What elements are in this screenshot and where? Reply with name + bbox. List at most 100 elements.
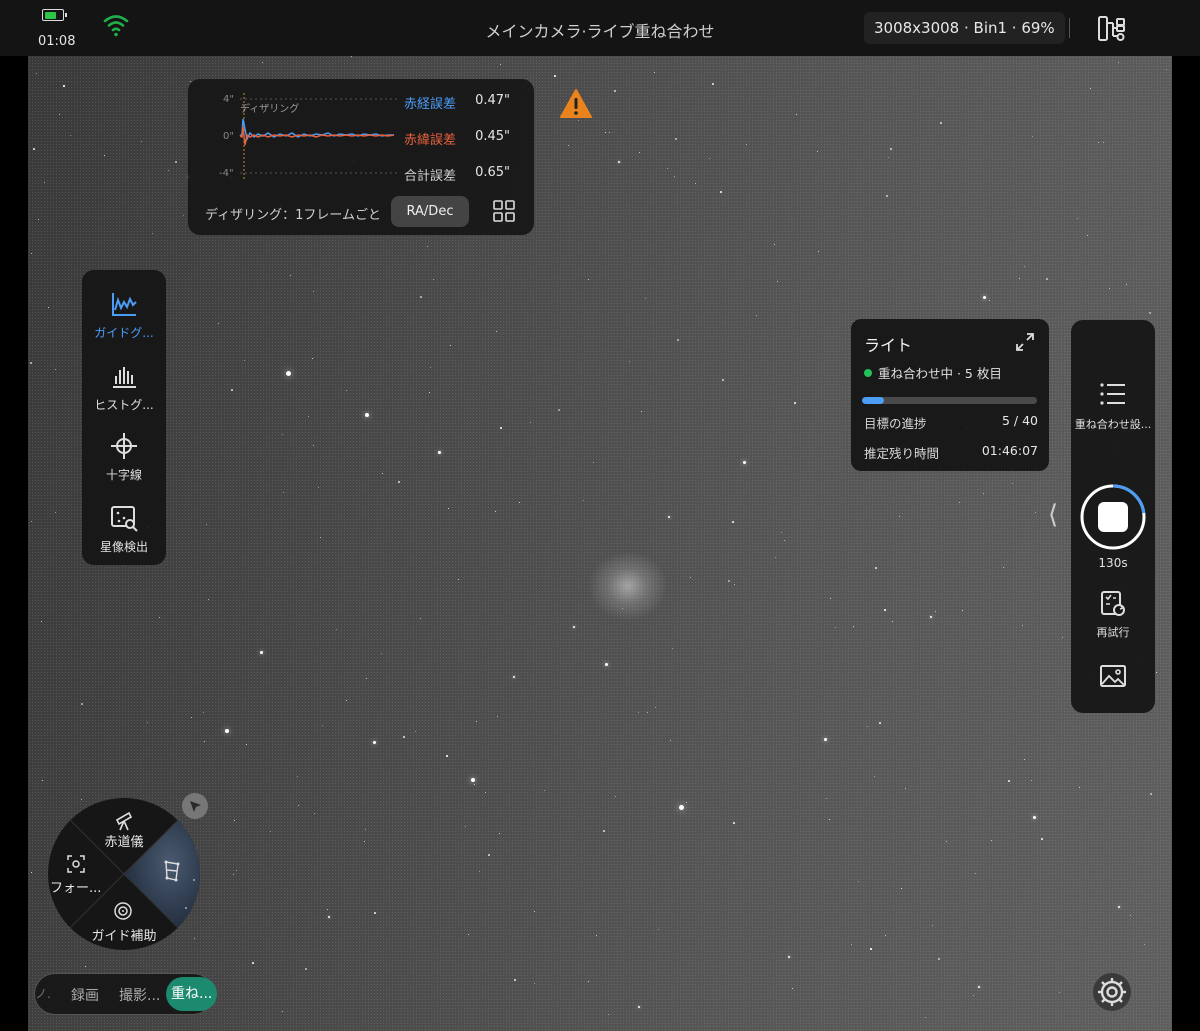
star bbox=[159, 617, 160, 618]
star bbox=[225, 729, 229, 733]
dial-label-focuser: フォー... bbox=[50, 881, 101, 896]
star bbox=[1046, 278, 1048, 280]
star bbox=[892, 621, 893, 622]
warning-icon[interactable] bbox=[559, 88, 593, 120]
star bbox=[677, 339, 679, 341]
star bbox=[476, 721, 477, 722]
star bbox=[973, 995, 974, 996]
star bbox=[901, 888, 902, 889]
dial-label-mount: 赤道儀 bbox=[104, 835, 143, 850]
compass-icon[interactable] bbox=[181, 792, 209, 820]
tool-guide-graph[interactable]: ガイドグ... bbox=[82, 290, 166, 354]
star bbox=[366, 678, 367, 679]
progress-value: 5 / 40 bbox=[1001, 413, 1038, 428]
star bbox=[81, 703, 83, 705]
star bbox=[870, 948, 872, 950]
star bbox=[488, 854, 490, 856]
star bbox=[191, 717, 192, 718]
star bbox=[670, 740, 671, 741]
star bbox=[925, 1017, 926, 1018]
mode-photo[interactable]: 撮影... bbox=[119, 985, 160, 1005]
remaining-value: 01:46:07 bbox=[981, 443, 1038, 458]
camera-info-chip[interactable]: 3008x3008 · Bin1 · 69% bbox=[864, 12, 1065, 44]
star bbox=[905, 788, 906, 789]
star bbox=[246, 744, 247, 745]
star bbox=[519, 502, 520, 503]
mode-record[interactable]: 録画 bbox=[71, 985, 99, 1005]
star bbox=[1098, 142, 1099, 143]
exposure-label: 130s bbox=[1098, 556, 1128, 570]
gallery-button[interactable] bbox=[1071, 664, 1155, 692]
star bbox=[398, 481, 400, 483]
star bbox=[30, 362, 32, 364]
star bbox=[655, 707, 656, 708]
star bbox=[364, 841, 365, 842]
star bbox=[1032, 136, 1033, 137]
retry-label: 再試行 bbox=[1096, 626, 1130, 639]
star bbox=[794, 402, 796, 404]
star bbox=[429, 392, 430, 393]
star bbox=[44, 182, 45, 183]
tool-label: ガイドグ... bbox=[94, 326, 154, 340]
left-margin bbox=[0, 56, 28, 1031]
star bbox=[514, 979, 516, 981]
star bbox=[38, 219, 39, 220]
progress-label: 目標の進捗 bbox=[864, 416, 927, 431]
collapse-panel-arrow[interactable]: ⟨ bbox=[1048, 500, 1058, 530]
dial-label-guide: ガイド補助 bbox=[91, 929, 156, 944]
guide-graph-panel[interactable]: 4" 0" -4" ディザリング 赤経誤差 0.47" 赤緯誤差 0.45" 合… bbox=[188, 79, 534, 235]
star bbox=[308, 416, 309, 417]
star bbox=[886, 195, 888, 197]
star bbox=[373, 741, 376, 744]
tool-star-detect[interactable]: 星像検出 bbox=[82, 504, 166, 568]
star bbox=[420, 618, 421, 619]
star bbox=[638, 712, 639, 713]
mode-live-stack[interactable]: 重ね... bbox=[166, 977, 218, 1011]
expand-icon[interactable] bbox=[1015, 332, 1035, 352]
star bbox=[70, 135, 71, 136]
guide-graph-icon bbox=[112, 293, 137, 316]
star bbox=[1031, 780, 1032, 781]
star bbox=[474, 784, 475, 785]
star bbox=[497, 716, 498, 717]
retry-icon bbox=[1101, 591, 1125, 616]
ra-dec-toggle-button[interactable]: RA/Dec bbox=[391, 196, 469, 227]
dec-error-value: 0.45" bbox=[475, 129, 510, 144]
star bbox=[147, 722, 148, 723]
retry-button[interactable]: 再試行 bbox=[1071, 590, 1155, 642]
stack-settings-button[interactable]: 重ね合わせ設... bbox=[1071, 380, 1155, 436]
progress-bar bbox=[862, 397, 1037, 404]
star bbox=[351, 56, 352, 57]
grid-view-icon[interactable] bbox=[493, 200, 515, 222]
star bbox=[1012, 483, 1013, 484]
star bbox=[818, 251, 819, 252]
star bbox=[1035, 512, 1036, 513]
star bbox=[614, 90, 616, 92]
star bbox=[420, 296, 422, 298]
tool-crosshair[interactable]: 十字線 bbox=[82, 432, 166, 496]
star bbox=[890, 148, 892, 150]
top-bar: 01:08 メインカメラ·ライブ重ね合わせ 3008x3008 · Bin1 ·… bbox=[0, 0, 1200, 56]
gear-icon[interactable] bbox=[1092, 972, 1132, 1012]
tool-label: ヒストグ... bbox=[94, 398, 154, 412]
star bbox=[775, 557, 776, 558]
star bbox=[885, 935, 886, 936]
star bbox=[290, 275, 291, 276]
device-layout-icon[interactable] bbox=[1097, 14, 1127, 44]
star bbox=[1087, 235, 1088, 236]
star bbox=[1033, 816, 1036, 819]
status-dot bbox=[864, 369, 872, 377]
star bbox=[554, 75, 556, 77]
star bbox=[415, 731, 416, 732]
stop-capture-button[interactable]: 130s bbox=[1071, 482, 1155, 572]
galaxy bbox=[588, 551, 668, 621]
star bbox=[756, 315, 757, 316]
star bbox=[1118, 906, 1120, 908]
tool-histogram[interactable]: ヒストグ... bbox=[82, 362, 166, 426]
star bbox=[573, 626, 575, 628]
star bbox=[433, 279, 434, 280]
star bbox=[743, 461, 746, 464]
capture-mode-switcher: ノ. 録画 撮影... 重ね... bbox=[34, 973, 218, 1015]
star bbox=[788, 956, 790, 958]
star bbox=[236, 870, 237, 871]
